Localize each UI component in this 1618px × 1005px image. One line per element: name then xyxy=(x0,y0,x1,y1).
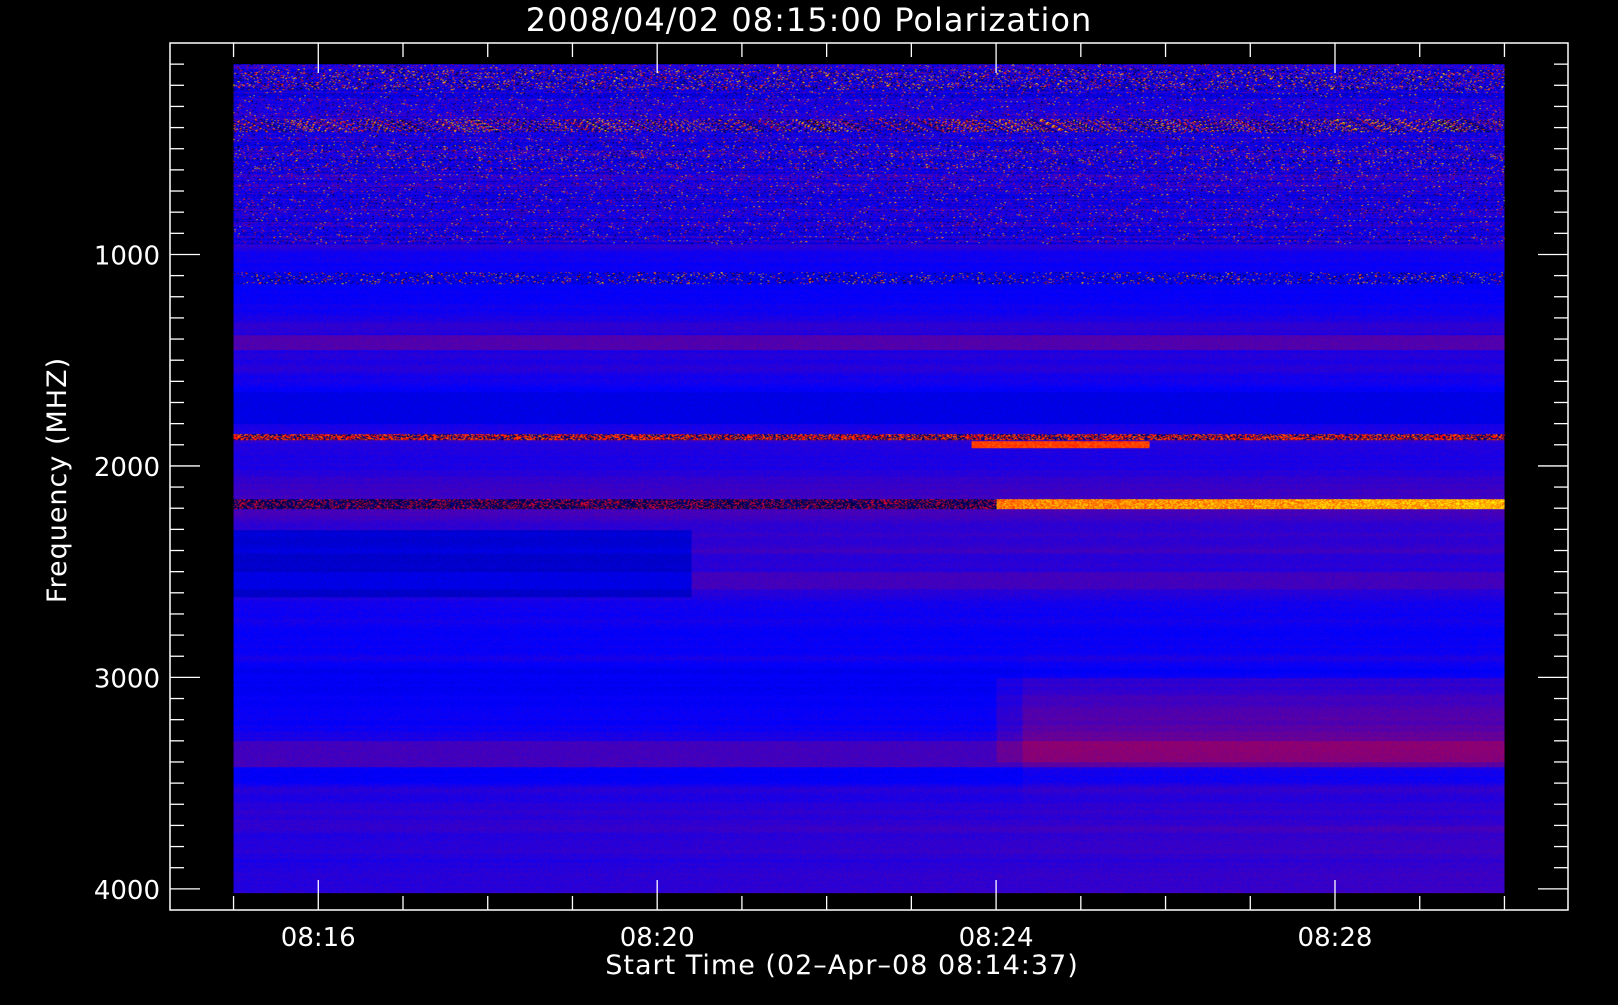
y-tick-label: 3000 xyxy=(94,664,160,694)
x-tick-label: 08:16 xyxy=(281,923,356,953)
y-axis-label: Frequency (MHZ) xyxy=(42,357,73,603)
y-tick-label: 1000 xyxy=(94,241,160,271)
y-tick-label: 4000 xyxy=(94,876,160,906)
x-tick-label: 08:20 xyxy=(620,923,695,953)
spectrogram-chart: 2008/04/02 08:15:00 Polarization 1000 200… xyxy=(0,0,1618,1000)
x-tick-label: 08:28 xyxy=(1298,923,1373,953)
heatmap-layer xyxy=(233,64,1505,894)
spectrogram-figure: 2008/04/02 08:15:00 Polarization 1000 200… xyxy=(0,0,1618,1000)
polarization-heatmap xyxy=(233,64,1505,894)
x-axis-label: Start Time (02–Apr–08 08:14:37) xyxy=(605,950,1079,981)
y-tick-label: 2000 xyxy=(94,453,160,483)
x-tick-label: 08:24 xyxy=(959,923,1034,953)
chart-title: 2008/04/02 08:15:00 Polarization xyxy=(526,1,1092,39)
